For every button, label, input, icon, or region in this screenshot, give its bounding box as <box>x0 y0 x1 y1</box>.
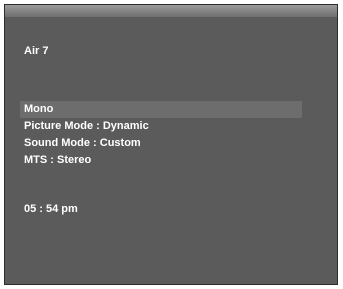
picture-mode-row: Picture Mode : Dynamic <box>24 120 149 132</box>
tv-screen: Air 7 Mono Picture Mode : Dynamic Sound … <box>4 4 338 285</box>
sound-mode-row: Sound Mode : Custom <box>24 137 141 149</box>
screen-top-bezel <box>5 5 337 17</box>
clock-time: 05 : 54 pm <box>24 203 78 215</box>
channel-label: Air 7 <box>24 45 49 57</box>
info-list: Mono Picture Mode : Dynamic Sound Mode :… <box>20 101 302 169</box>
audio-mode-row: Mono <box>20 101 302 118</box>
mts-row: MTS : Stereo <box>24 154 92 166</box>
